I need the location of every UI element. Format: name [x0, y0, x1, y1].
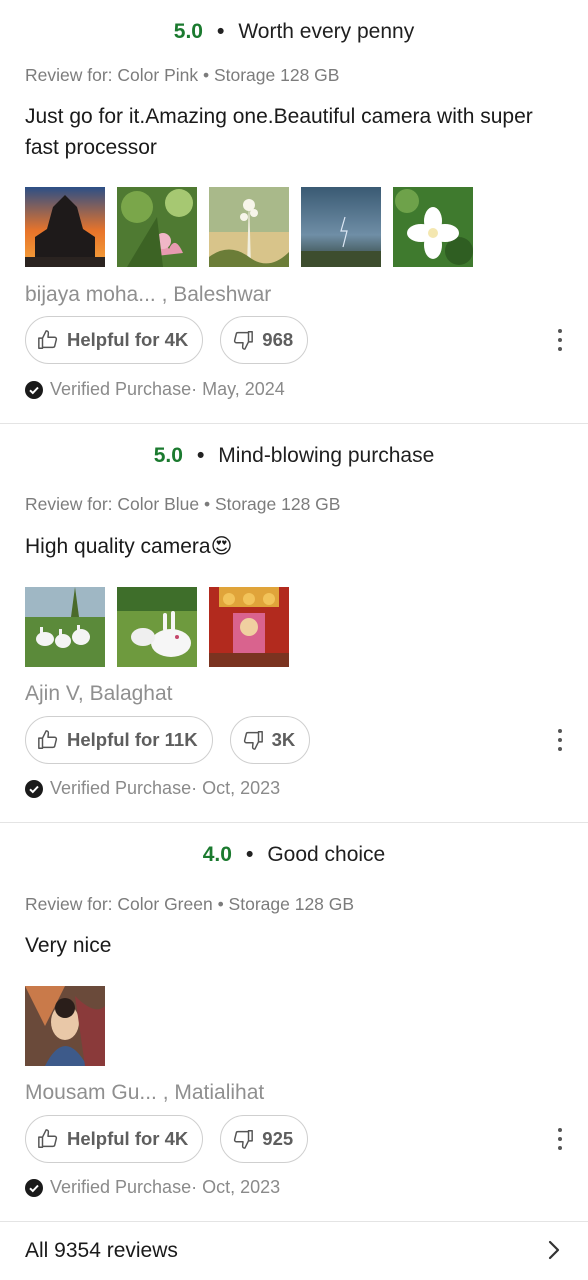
review-actions: Helpful for 4K 925	[25, 1115, 309, 1163]
review-photos	[25, 187, 473, 267]
verified-text: Verified Purchase· Oct, 2023	[50, 778, 281, 798]
reviewer-name: bijaya moha... , Baleshwar	[25, 283, 272, 306]
review-body: Just go for it.Amazing one.Beautiful cam…	[25, 105, 533, 159]
verified-purchase: Verified Purchase· Oct, 2023	[25, 778, 280, 799]
thumbs-down-icon	[242, 729, 264, 751]
verified-check-icon	[25, 1178, 43, 1197]
review-photo[interactable]	[25, 986, 105, 1066]
review-variant: Review for: Color Pink • Storage 128 GB	[25, 65, 340, 85]
review-title: Worth every penny	[238, 20, 415, 43]
helpful-label: Helpful for 4K	[67, 1128, 189, 1149]
review-body: Very nice	[25, 934, 112, 957]
review-card: 4.0 • Good choice Review for: Color Green …	[0, 823, 588, 1222]
chevron-right-icon	[548, 1240, 560, 1260]
review-actions: Helpful for 11K 3K	[25, 716, 311, 764]
more-options-icon[interactable]	[552, 1128, 568, 1150]
reviewer-name: Ajin V, Balaghat	[25, 682, 173, 705]
dislike-button[interactable]: 3K	[229, 716, 311, 764]
review-card: 5.0 • Mind-blowing purchase Review for: Co…	[0, 424, 588, 823]
review-photo[interactable]	[25, 187, 105, 267]
review-title: Mind-blowing purchase	[218, 444, 435, 467]
reviewer-name: Mousam Gu... , Matialihat	[25, 1081, 265, 1104]
helpful-button[interactable]: Helpful for 4K	[25, 316, 204, 364]
more-options-icon[interactable]	[552, 329, 568, 351]
verified-purchase: Verified Purchase· May, 2024	[25, 379, 285, 400]
review-photo[interactable]	[209, 187, 289, 267]
review-variant: Review for: Color Blue • Storage 128 GB	[25, 494, 341, 514]
review-photos	[25, 986, 105, 1066]
helpful-button[interactable]: Helpful for 11K	[25, 716, 213, 764]
thumbs-up-icon	[37, 729, 59, 751]
review-photo[interactable]	[117, 587, 197, 667]
review-actions: Helpful for 4K 968	[25, 316, 309, 364]
verified-text: Verified Purchase· May, 2024	[50, 379, 285, 399]
review-photo[interactable]	[117, 187, 197, 267]
verified-check-icon	[25, 779, 43, 798]
verified-check-icon	[25, 380, 43, 399]
helpful-button[interactable]: Helpful for 4K	[25, 1115, 204, 1163]
dislike-button[interactable]: 968	[220, 316, 309, 364]
rating-score: 4.0	[202, 843, 232, 866]
rating-score: 5.0	[173, 20, 203, 43]
thumbs-up-icon	[37, 329, 59, 351]
review-photo[interactable]	[301, 187, 381, 267]
review-photo[interactable]	[209, 587, 289, 667]
more-options-icon[interactable]	[552, 729, 568, 751]
review-photos	[25, 587, 289, 667]
all-reviews-link[interactable]: All 9354 reviews	[0, 1222, 588, 1280]
rating-line: 5.0 • Worth every penny	[173, 20, 415, 43]
review-photo[interactable]	[393, 187, 473, 267]
review-title: Good choice	[267, 843, 386, 866]
review-photo[interactable]	[25, 587, 105, 667]
dislike-count: 3K	[271, 729, 296, 750]
rating-line: 5.0 • Mind-blowing purchase	[153, 444, 435, 467]
dislike-button[interactable]: 925	[220, 1115, 309, 1163]
review-body: High quality camera😍	[25, 535, 233, 558]
thumbs-up-icon	[37, 1128, 59, 1150]
dislike-count: 925	[262, 1128, 294, 1149]
rating-score: 5.0	[153, 444, 183, 467]
all-reviews-label: All 9354 reviews	[25, 1239, 178, 1262]
dislike-count: 968	[262, 329, 294, 350]
verified-purchase: Verified Purchase· Oct, 2023	[25, 1177, 280, 1198]
verified-text: Verified Purchase· Oct, 2023	[50, 1177, 281, 1197]
helpful-label: Helpful for 4K	[67, 329, 189, 350]
review-variant: Review for: Color Green • Storage 128 GB	[25, 894, 355, 914]
thumbs-down-icon	[232, 1128, 254, 1150]
review-card: 5.0 • Worth every penny Review for: Color …	[0, 0, 588, 424]
helpful-label: Helpful for 11K	[67, 729, 198, 750]
rating-line: 4.0 • Good choice	[202, 843, 386, 866]
thumbs-down-icon	[232, 329, 254, 351]
